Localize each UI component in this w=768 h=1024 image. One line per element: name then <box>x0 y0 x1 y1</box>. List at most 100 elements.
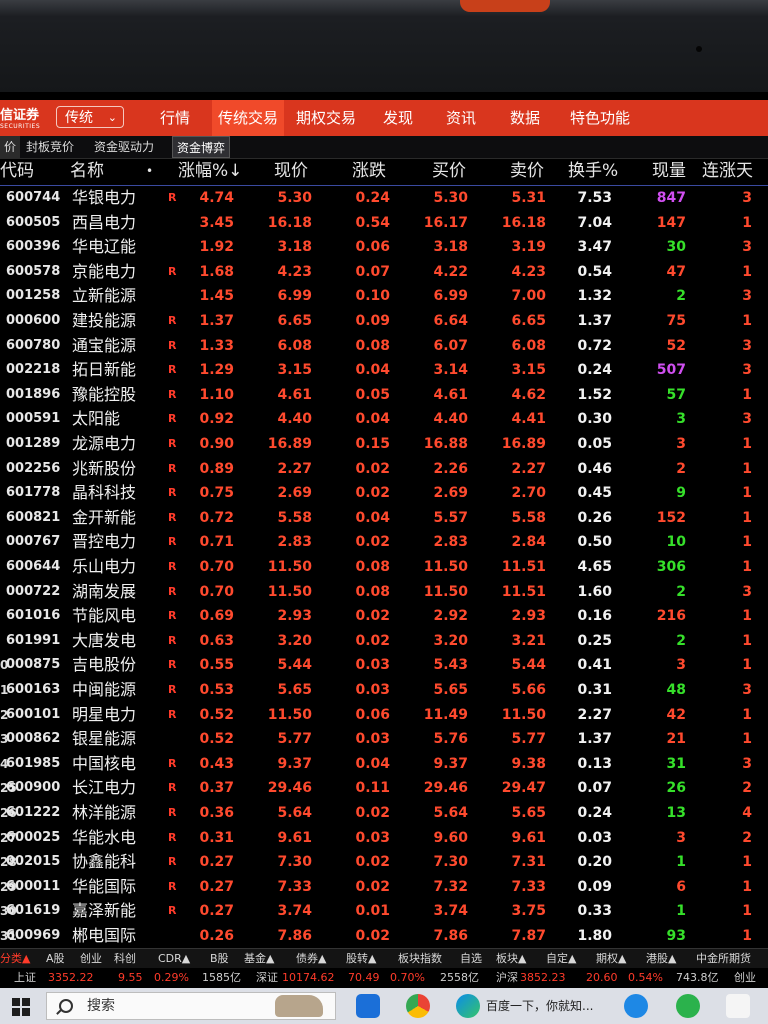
margin-flag: R <box>168 535 177 549</box>
sz-amount: 2558亿 <box>440 971 479 984</box>
col-bid[interactable]: 买价 <box>432 158 466 184</box>
col-name[interactable]: 名称 <box>70 158 104 184</box>
mode-select[interactable]: 传统 ⌄ <box>56 106 124 128</box>
chrome-icon[interactable] <box>406 994 430 1018</box>
table-row[interactable]: 600396 华电辽能 1.92 3.18 0.06 3.18 3.19 3.47 30 3 <box>0 235 768 259</box>
table-row[interactable]: 4 601985 中国核电 R 0.43 9.37 0.04 9.37 9.38 0.13 31 3 <box>0 752 768 776</box>
taskbar-search-box[interactable]: 搜索 <box>46 992 336 1020</box>
table-row[interactable]: 601991 大唐发电 R 0.63 3.20 0.02 3.20 3.21 0.25 2 1 <box>0 629 768 653</box>
wps-icon[interactable] <box>726 994 750 1018</box>
table-row[interactable]: 000767 晋控电力 R 0.71 2.83 0.02 2.83 2.84 0.50 10 1 <box>0 530 768 554</box>
volume: 10 <box>666 534 686 551</box>
footer-tab[interactable]: 期权▲ <box>596 949 626 969</box>
browser-tab-title[interactable]: 百度一下，你就知... <box>486 988 593 1024</box>
footer-tab[interactable]: 港股▲ <box>646 949 676 969</box>
table-row[interactable]: 600505 西昌电力 3.45 16.18 0.54 16.17 16.18 7.04 147… <box>0 211 768 235</box>
table-row[interactable]: 0 000875 吉电股份 R 0.55 5.44 0.03 5.43 5.44 0.41 3 1 <box>0 653 768 677</box>
footer-tab[interactable]: 股转▲ <box>346 949 376 969</box>
table-row[interactable]: 26 601222 林洋能源 R 0.36 5.64 0.02 5.64 5.65 0.24 13 4 <box>0 801 768 825</box>
volume: 52 <box>666 337 686 354</box>
menu-discover[interactable]: 发现 <box>383 100 413 136</box>
tab-capital-game[interactable]: 资金博弈 <box>172 136 231 158</box>
footer-tab[interactable]: CDR▲ <box>158 949 190 969</box>
table-row[interactable]: 000591 太阳能 R 0.92 4.40 0.04 4.40 4.41 0.30 3 3 <box>0 407 768 431</box>
menu-market[interactable]: 行情 <box>160 100 190 136</box>
footer-tab[interactable]: B股 <box>210 949 229 969</box>
col-streak[interactable]: 连涨天 <box>702 158 753 184</box>
col-change[interactable]: 涨跌 <box>352 158 386 184</box>
col-ask[interactable]: 卖价 <box>510 158 544 184</box>
turnover: 0.20 <box>577 854 612 871</box>
table-row[interactable]: 1 600163 中闽能源 R 0.53 5.65 0.03 5.65 5.66 0.31 48 3 <box>0 678 768 702</box>
table-row[interactable]: 600644 乐山电力 R 0.70 11.50 0.08 11.50 11.51 4.65 30… <box>0 555 768 579</box>
ask-price: 16.18 <box>501 214 546 231</box>
table-row[interactable]: 001258 立新能源 1.45 6.99 0.10 6.99 7.00 1.32 2 3 <box>0 284 768 308</box>
table-row[interactable]: 002256 兆新股份 R 0.89 2.27 0.02 2.26 2.27 0.46 2 1 <box>0 457 768 481</box>
col-code[interactable]: 代码 <box>0 158 34 184</box>
table-row[interactable]: 002218 拓日新能 R 1.29 3.15 0.04 3.14 3.15 0.24 507 3 <box>0 358 768 382</box>
ask-price: 5.65 <box>511 805 546 821</box>
footer-tab[interactable]: A股 <box>46 949 65 969</box>
footer-tab[interactable]: 板块▲ <box>496 949 526 969</box>
table-row[interactable]: 25 600900 长江电力 R 0.37 29.46 0.11 29.46 29.47 0.07… <box>0 776 768 800</box>
k-app-icon[interactable] <box>356 994 380 1018</box>
stock-name: 京能电力 <box>72 261 137 281</box>
table-row[interactable]: 29 600011 华能国际 R 0.27 7.33 0.02 7.32 7.33 0.09 6 1 <box>0 875 768 899</box>
table-row[interactable]: 600821 金开新能 R 0.72 5.58 0.04 5.57 5.58 0.26 152 1 <box>0 506 768 530</box>
table-row[interactable]: 3 000862 银星能源 0.52 5.77 0.03 5.76 5.77 1.37 21 1 <box>0 727 768 751</box>
turnover: 2.27 <box>577 706 612 723</box>
footer-tab[interactable]: 自选 <box>460 949 482 969</box>
table-row[interactable]: 001896 豫能控股 R 1.10 4.61 0.05 4.61 4.62 1.52 57 1 <box>0 383 768 407</box>
menu-features[interactable]: 特色功能 <box>570 100 630 136</box>
col-price[interactable]: 现价 <box>274 158 308 184</box>
change: 0.02 <box>355 632 390 649</box>
streak-days: 3 <box>742 411 752 428</box>
table-row[interactable]: 000600 建投能源 R 1.37 6.65 0.09 6.64 6.65 1.37 75 1 <box>0 309 768 333</box>
tab-limit-bidding[interactable]: 封板竞价 <box>22 136 78 158</box>
table-row[interactable]: 28 002015 协鑫能科 R 0.27 7.30 0.02 7.30 7.31 0.20 1 1 <box>0 850 768 874</box>
change-pct: 0.27 <box>199 854 234 871</box>
col-turnover[interactable]: 换手% <box>568 158 618 184</box>
streak-days: 1 <box>742 706 752 723</box>
tab-capital-drive[interactable]: 资金驱动力 <box>90 136 158 158</box>
green-app-icon[interactable] <box>676 994 700 1018</box>
table-row[interactable]: 601016 节能风电 R 0.69 2.93 0.02 2.92 2.93 0.16 216 1 <box>0 604 768 628</box>
footer-tab[interactable]: 中金所期货 <box>696 949 751 969</box>
volume: 26 <box>666 780 686 797</box>
ask-price: 5.44 <box>511 657 546 674</box>
table-row[interactable]: 601778 晶科科技 R 0.75 2.69 0.02 2.69 2.70 0.45 9 1 <box>0 481 768 505</box>
menu-news[interactable]: 资讯 <box>446 100 476 136</box>
table-row[interactable]: 001289 龙源电力 R 0.90 16.89 0.15 16.88 16.89 0.05 3 1 <box>0 432 768 456</box>
col-change-pct[interactable]: 涨幅%↓ <box>178 158 242 184</box>
footer-tab[interactable]: 创业 <box>80 949 102 969</box>
table-row[interactable]: 000722 湖南发展 R 0.70 11.50 0.08 11.50 11.51 1.60 2 3 <box>0 580 768 604</box>
footer-tab[interactable]: 板块指数 <box>398 949 442 969</box>
footer-tab[interactable]: 自定▲ <box>546 949 576 969</box>
footer-tab[interactable]: 债券▲ <box>296 949 326 969</box>
margin-flag: R <box>168 707 177 721</box>
streak-days: 3 <box>742 288 752 305</box>
menu-data[interactable]: 数据 <box>510 100 540 136</box>
menu-options-trading[interactable]: 期权交易 <box>296 100 356 136</box>
windows-start-icon[interactable] <box>12 998 30 1016</box>
footer-tab[interactable]: 基金▲ <box>244 949 274 969</box>
table-row[interactable]: 600578 京能电力 R 1.68 4.23 0.07 4.22 4.23 0.54 47 1 <box>0 260 768 284</box>
table-row[interactable]: 600780 通宝能源 R 1.33 6.08 0.08 6.07 6.08 0.72 52 3 <box>0 334 768 358</box>
ask-price: 5.77 <box>511 731 546 748</box>
tab-price[interactable]: 价 <box>0 136 21 158</box>
table-row[interactable]: 30 601619 嘉泽新能 R 0.27 3.74 0.01 3.74 3.75 0.33 1 1 <box>0 899 768 923</box>
bid-price: 3.20 <box>433 632 468 649</box>
table-row[interactable]: 27 600025 华能水电 R 0.31 9.61 0.03 9.60 9.61 0.03 3 2 <box>0 826 768 850</box>
col-volume[interactable]: 现量 <box>652 158 686 184</box>
ie-icon[interactable] <box>624 994 648 1018</box>
turnover: 0.33 <box>577 903 612 920</box>
menu-traditional-trading[interactable]: 传统交易 <box>212 100 285 136</box>
footer-tab[interactable]: 分类▲ <box>0 949 30 969</box>
footer-tab[interactable]: 科创 <box>114 949 136 969</box>
table-row[interactable]: 31 600969 郴电国际 0.26 7.86 0.02 7.86 7.87 1.80 93 1 <box>0 924 768 948</box>
table-row[interactable]: 600744 华银电力 R 4.74 5.30 0.24 5.30 5.31 7.53 847 3 <box>0 186 768 210</box>
table-row[interactable]: 2 600101 明星电力 R 0.52 11.50 0.06 11.49 11.50 2.27 4… <box>0 703 768 727</box>
turnover: 0.09 <box>577 878 612 895</box>
edge-icon[interactable] <box>456 994 480 1018</box>
stock-code: 600969 <box>6 928 61 943</box>
